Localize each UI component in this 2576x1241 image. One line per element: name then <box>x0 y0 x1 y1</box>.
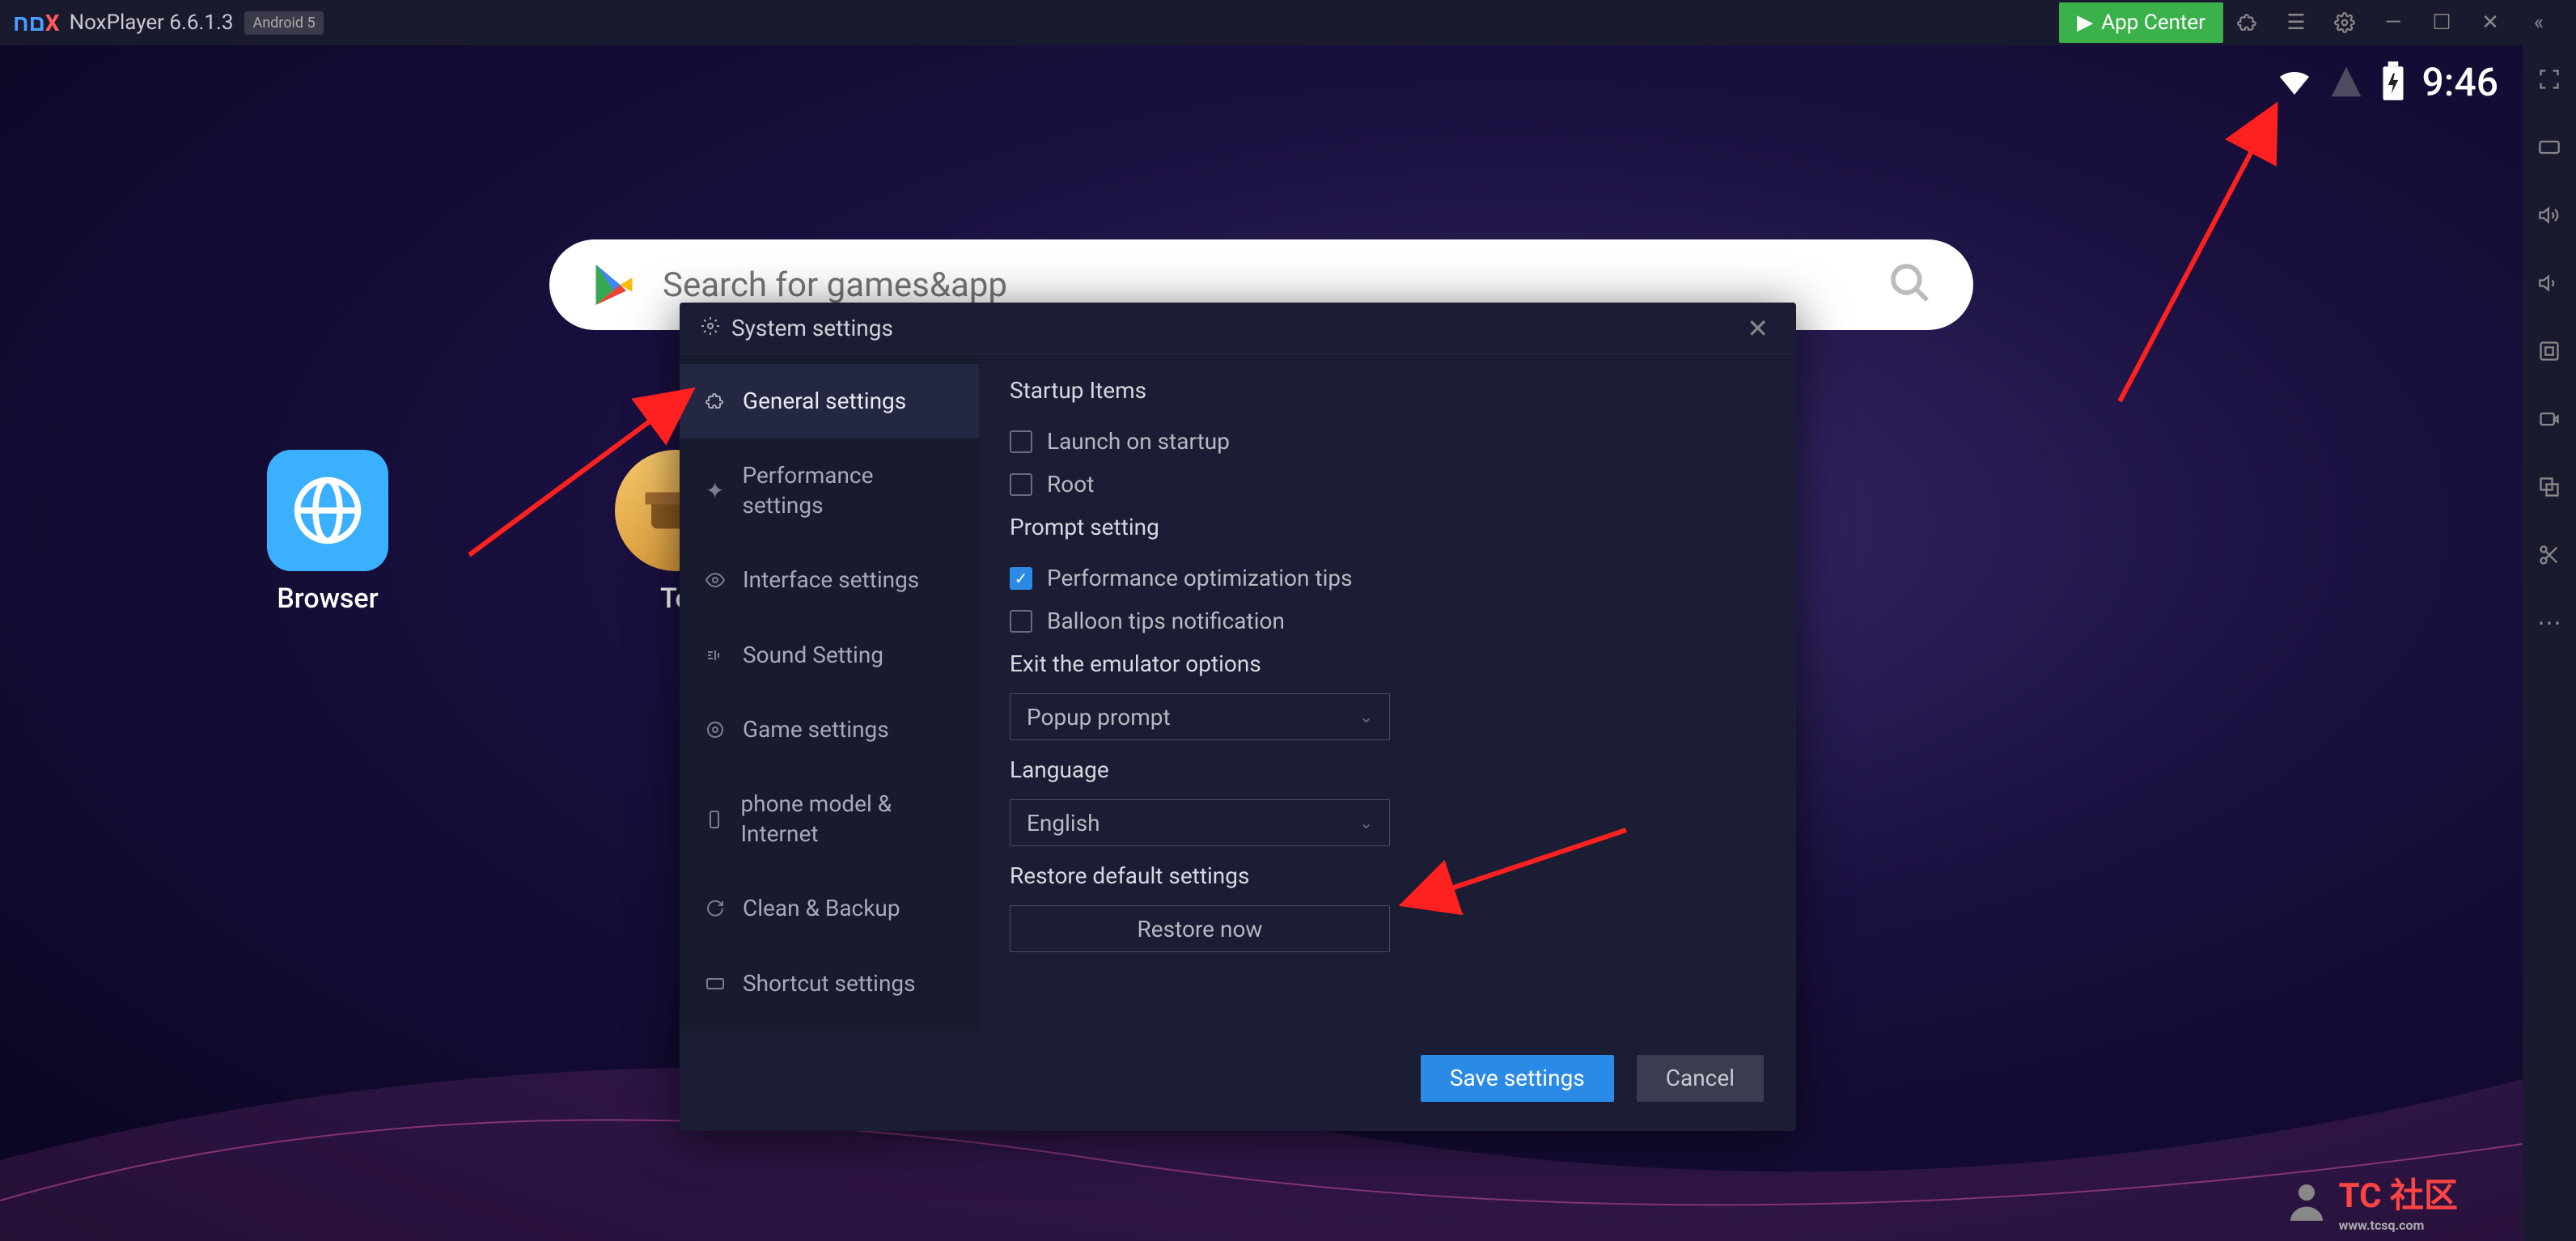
gear-icon[interactable] <box>2320 0 2369 45</box>
refresh-icon <box>702 899 728 918</box>
puzzle-icon <box>702 392 728 411</box>
play-icon: ▶ <box>2077 11 2093 35</box>
android-statusbar: 9:46 <box>2251 45 2523 118</box>
checkbox-icon <box>1010 610 1032 633</box>
language-select[interactable]: English ⌄ <box>1010 799 1390 846</box>
desktop: 9:46 Browser To <box>0 45 2523 1241</box>
checkbox-label: Performance optimization tips <box>1047 565 1353 591</box>
menu-icon[interactable]: ☰ <box>2272 0 2320 45</box>
volume-up-icon[interactable] <box>2532 197 2567 233</box>
modal-title: System settings <box>731 315 893 341</box>
clock: 9:46 <box>2422 59 2499 105</box>
restore-label: Restore now <box>1138 916 1263 942</box>
language-section-title: Language <box>1010 756 1764 783</box>
system-settings-modal: System settings ✕ General settings ✦ Per… <box>680 303 1796 1131</box>
browser-label: Browser <box>277 582 378 615</box>
checkbox-checked-icon: ✓ <box>1010 567 1032 590</box>
titlebar: ח‎םX NoxPlayer 6.6.1.3 Android 5 ▶ App C… <box>0 0 2576 45</box>
gear-icon <box>701 315 720 341</box>
sparkle-icon: ✦ <box>702 476 727 506</box>
app-center-label: App Center <box>2101 11 2205 35</box>
save-settings-button[interactable]: Save settings <box>1421 1055 1614 1102</box>
android-badge: Android 5 <box>244 11 323 35</box>
checkbox-icon <box>1010 430 1032 453</box>
close-button[interactable]: ✕ <box>2466 0 2515 45</box>
cancel-button[interactable]: Cancel <box>1637 1055 1764 1102</box>
restore-now-button[interactable]: Restore now <box>1010 905 1390 952</box>
perf-tips-checkbox[interactable]: ✓ Performance optimization tips <box>1010 557 1764 599</box>
sound-icon <box>702 646 728 665</box>
wifi-icon <box>2275 62 2314 101</box>
annotation-arrow <box>2104 94 2346 417</box>
checkbox-icon <box>1010 473 1032 496</box>
sidebar-item-label: General settings <box>743 387 906 416</box>
sidebar-item-shortcut[interactable]: Shortcut settings <box>680 947 979 1021</box>
game-icon <box>702 720 728 739</box>
launch-on-startup-checkbox[interactable]: Launch on startup <box>1010 420 1764 463</box>
exit-section-title: Exit the emulator options <box>1010 650 1764 677</box>
settings-content: Startup Items Launch on startup Root Pro… <box>979 354 1796 1031</box>
select-value: Popup prompt <box>1027 704 1171 731</box>
eye-icon <box>702 570 728 590</box>
checkbox-label: Balloon tips notification <box>1047 608 1285 634</box>
fullscreen-icon[interactable] <box>2532 61 2567 97</box>
sidebar-item-sound[interactable]: Sound Setting <box>680 618 979 693</box>
exit-option-select[interactable]: Popup prompt ⌄ <box>1010 693 1390 740</box>
more-icon[interactable]: ⋯ <box>2532 605 2567 641</box>
screenshot-icon[interactable] <box>2532 333 2567 369</box>
sidebar-item-interface[interactable]: Interface settings <box>680 543 979 617</box>
watermark-icon <box>2282 1176 2331 1225</box>
phone-icon <box>702 810 726 829</box>
sidebar-item-label: Clean & Backup <box>743 894 900 923</box>
startup-section-title: Startup Items <box>1010 377 1764 404</box>
modal-footer: Save settings Cancel <box>680 1031 1796 1131</box>
minimize-button[interactable]: — <box>2369 0 2417 45</box>
sidebar-item-label: Sound Setting <box>743 641 883 670</box>
prompt-section-title: Prompt setting <box>1010 514 1764 540</box>
checkbox-label: Launch on startup <box>1047 428 1230 455</box>
puzzle-icon[interactable] <box>2223 0 2272 45</box>
sidebar-item-clean[interactable]: Clean & Backup <box>680 871 979 946</box>
collapse-button[interactable]: « <box>2515 0 2563 45</box>
watermark-url: www.tcsq.com <box>2339 1218 2458 1233</box>
keyboard-icon[interactable] <box>2532 129 2567 165</box>
sidebar-item-phone[interactable]: phone model & Internet <box>680 767 979 871</box>
play-store-icon <box>590 260 638 309</box>
chevron-down-icon: ⌄ <box>1359 813 1373 832</box>
app-title: NoxPlayer 6.6.1.3 <box>70 11 234 35</box>
search-input[interactable] <box>663 265 1888 305</box>
watermark-text: TC 社区 <box>2339 1176 2458 1216</box>
app-center-button[interactable]: ▶ App Center <box>2059 2 2223 43</box>
volume-down-icon[interactable] <box>2532 265 2567 301</box>
signal-icon <box>2328 64 2364 100</box>
select-value: English <box>1027 810 1100 837</box>
modal-titlebar: System settings ✕ <box>680 303 1796 354</box>
nox-logo: ח‎םX <box>13 10 60 36</box>
balloon-tips-checkbox[interactable]: Balloon tips notification <box>1010 599 1764 642</box>
sidebar-item-label: Shortcut settings <box>743 969 916 998</box>
root-checkbox[interactable]: Root <box>1010 463 1764 506</box>
watermark: TC 社区 www.tcsq.com <box>2282 1168 2458 1233</box>
sidebar-item-general[interactable]: General settings <box>680 364 979 438</box>
chevron-down-icon: ⌄ <box>1359 707 1373 726</box>
search-icon[interactable] <box>1888 260 1933 309</box>
restore-section-title: Restore default settings <box>1010 862 1764 889</box>
record-icon[interactable] <box>2532 401 2567 437</box>
multi-instance-icon[interactable] <box>2532 469 2567 505</box>
settings-sidebar: General settings ✦ Performance settings … <box>680 354 979 1031</box>
sidebar-item-performance[interactable]: ✦ Performance settings <box>680 438 979 543</box>
battery-icon <box>2379 61 2408 102</box>
sidebar-item-label: Game settings <box>743 715 889 744</box>
modal-close-button[interactable]: ✕ <box>1740 313 1775 344</box>
keyboard-icon <box>702 974 728 993</box>
sidebar-item-label: Performance settings <box>742 461 956 520</box>
sidebar-item-game[interactable]: Game settings <box>680 693 979 767</box>
scissors-icon[interactable] <box>2532 537 2567 573</box>
sidebar-item-label: phone model & Internet <box>740 790 956 849</box>
checkbox-label: Root <box>1047 471 1094 498</box>
right-toolbar: ⋯ <box>2523 45 2576 1241</box>
sidebar-item-label: Interface settings <box>743 565 919 595</box>
browser-app-icon[interactable]: Browser <box>267 450 388 615</box>
maximize-button[interactable]: ☐ <box>2417 0 2466 45</box>
